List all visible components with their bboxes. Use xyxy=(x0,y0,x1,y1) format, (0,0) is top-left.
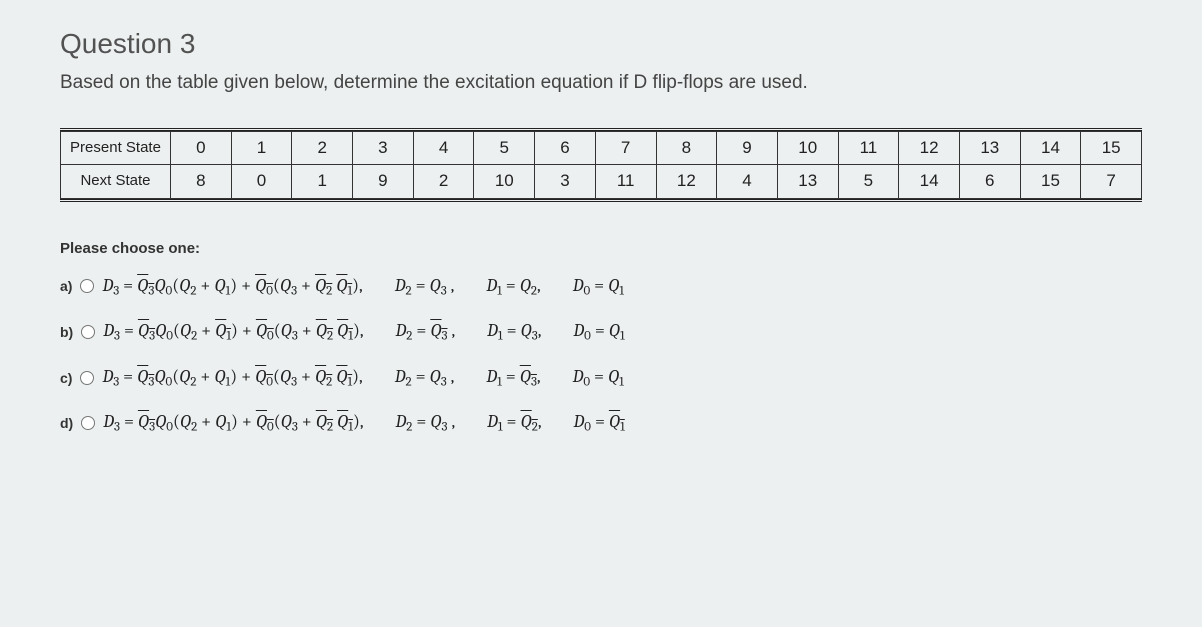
option-d: d) D3 = Q3Q0(Q2 + Q1) + Q0(Q3 + Q2 Q1), … xyxy=(60,411,1142,435)
table-cell: 1 xyxy=(231,132,292,165)
table-cell: 12 xyxy=(899,132,960,165)
present-state-label: Present State xyxy=(61,132,171,165)
option-c-radio[interactable] xyxy=(80,371,94,385)
table-cell: 6 xyxy=(535,132,596,165)
table-cell: 15 xyxy=(1020,165,1081,198)
option-d-label: d) xyxy=(60,415,73,431)
choose-one-label: Please choose one: xyxy=(60,240,1142,257)
table-cell: 14 xyxy=(899,165,960,198)
table-cell: 5 xyxy=(838,165,899,198)
table-cell: 12 xyxy=(656,165,717,198)
table-cell: 11 xyxy=(838,132,899,165)
table-cell: 4 xyxy=(717,165,778,198)
table-cell: 4 xyxy=(413,132,474,165)
table-cell: 8 xyxy=(171,165,232,198)
table-cell: 14 xyxy=(1020,132,1081,165)
table-cell: 10 xyxy=(474,165,535,198)
table-cell: 2 xyxy=(292,132,353,165)
table-cell: 2 xyxy=(413,165,474,198)
table-cell: 8 xyxy=(656,132,717,165)
option-a-radio[interactable] xyxy=(80,279,94,293)
option-a-label: a) xyxy=(60,278,72,294)
next-state-label: Next State xyxy=(61,165,171,198)
table-cell: 7 xyxy=(595,132,656,165)
option-b-label: b) xyxy=(60,324,73,340)
table-cell: 6 xyxy=(959,165,1020,198)
table-cell: 0 xyxy=(171,132,232,165)
option-b-equation: D3 = Q3Q0(Q2 + Q1) + Q0(Q3 + Q2 Q1), D2 … xyxy=(103,320,624,344)
table-cell: 13 xyxy=(959,132,1020,165)
option-b-radio[interactable] xyxy=(81,325,95,339)
option-c-equation: D3 = Q3Q0(Q2 + Q1) + Q0(Q3 + Q2 Q1), D2 … xyxy=(102,366,623,390)
table-cell: 7 xyxy=(1081,165,1142,198)
table-cell: 3 xyxy=(535,165,596,198)
option-b: b) D3 = Q3Q0(Q2 + Q1) + Q0(Q3 + Q2 Q1), … xyxy=(60,320,1142,344)
option-d-equation: D3 = Q3Q0(Q2 + Q1) + Q0(Q3 + Q2 Q1), D2 … xyxy=(103,411,625,435)
state-table: Present State 0 1 2 3 4 5 6 7 8 9 10 11 … xyxy=(60,128,1142,202)
table-cell: 1 xyxy=(292,165,353,198)
table-row: Present State 0 1 2 3 4 5 6 7 8 9 10 11 … xyxy=(61,132,1142,165)
table-cell: 11 xyxy=(595,165,656,198)
table-cell: 15 xyxy=(1081,132,1142,165)
table-cell: 5 xyxy=(474,132,535,165)
table-cell: 9 xyxy=(717,132,778,165)
table-cell: 9 xyxy=(353,165,414,198)
option-d-radio[interactable] xyxy=(81,416,95,430)
question-title: Question 3 xyxy=(60,28,1142,60)
table-row: Next State 8 0 1 9 2 10 3 11 12 4 13 5 1… xyxy=(61,165,1142,198)
option-a-equation: D3 = Q3Q0(Q2 + Q1) + Q0(Q3 + Q2 Q1), D2 … xyxy=(102,275,624,299)
option-c-label: c) xyxy=(60,370,72,386)
table-cell: 13 xyxy=(777,165,838,198)
question-prompt: Based on the table given below, determin… xyxy=(60,72,1142,94)
table-cell: 10 xyxy=(777,132,838,165)
option-c: c) D3 = Q3Q0(Q2 + Q1) + Q0(Q3 + Q2 Q1), … xyxy=(60,366,1142,390)
option-a: a) D3 = Q3Q0(Q2 + Q1) + Q0(Q3 + Q2 Q1), … xyxy=(60,275,1142,299)
table-cell: 3 xyxy=(353,132,414,165)
table-cell: 0 xyxy=(231,165,292,198)
